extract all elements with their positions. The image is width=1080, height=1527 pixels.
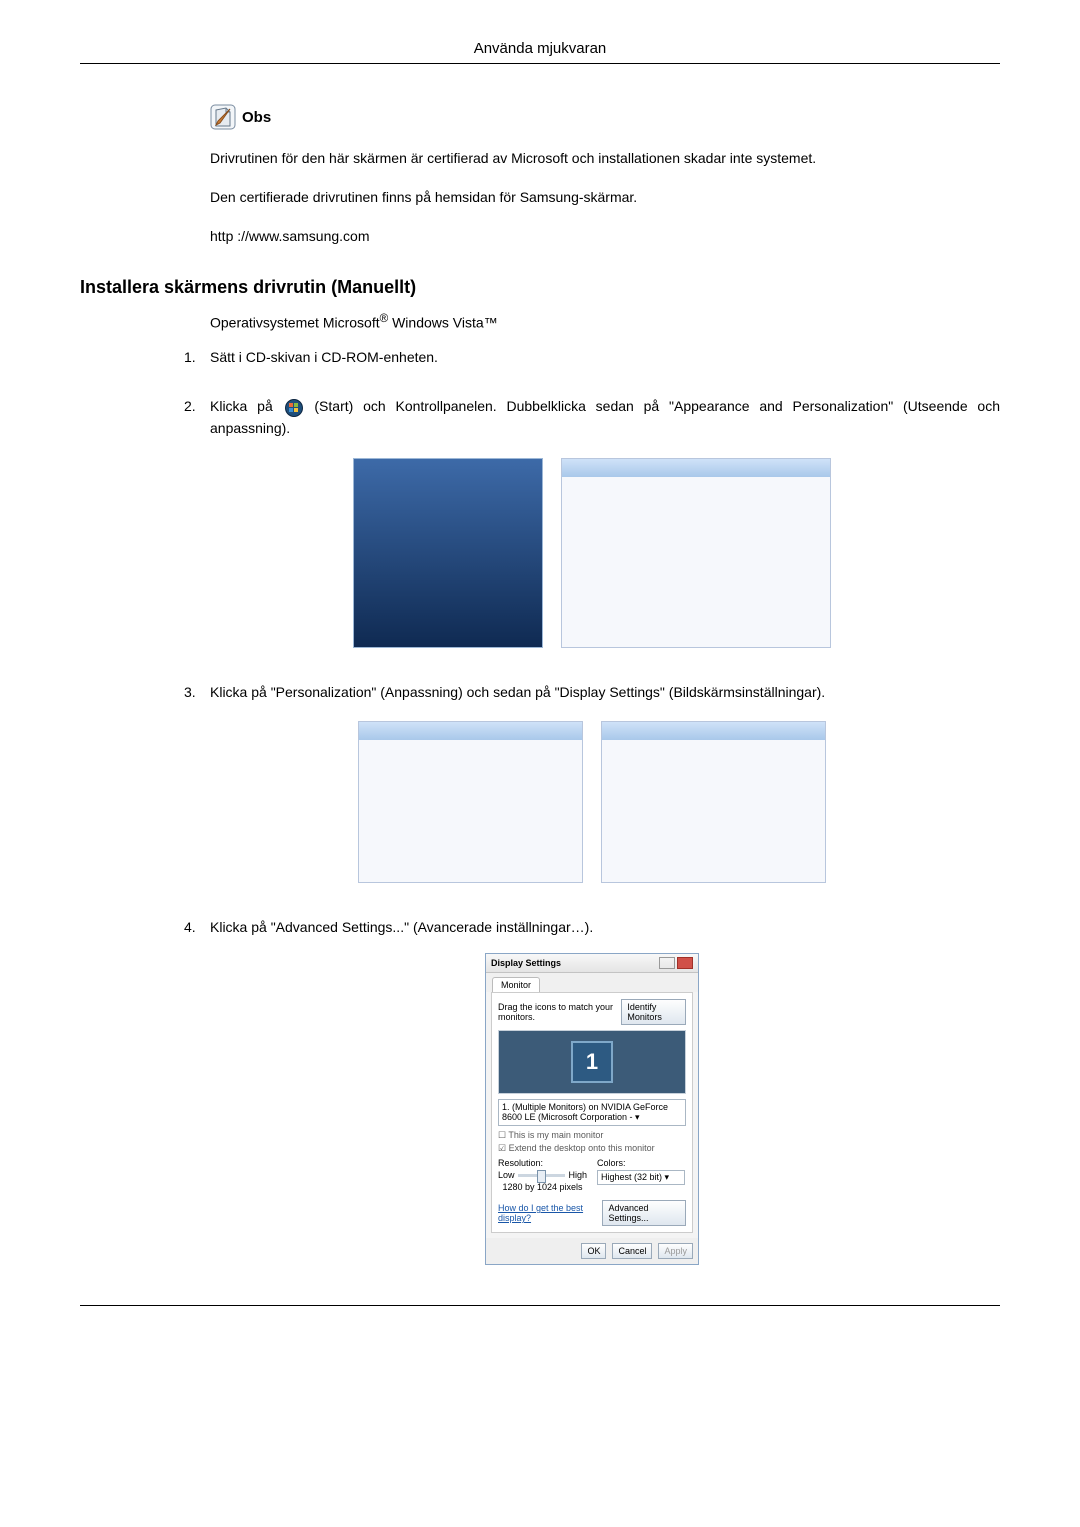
monitor-1[interactable]: 1 [571,1041,613,1083]
identify-monitors-button[interactable]: Identify Monitors [621,999,686,1025]
step-3: 3. Klicka på "Personalization" (Anpassni… [184,682,1000,890]
window-controls [659,957,693,969]
page: Använda mjukvaran Obs Drivrutinen för de… [0,0,1080,1366]
step-number: 1. [184,347,210,369]
resolution-slider[interactable]: Low High [498,1170,587,1180]
monitor-preview[interactable]: 1 [498,1030,686,1094]
intro-para-3: http ://www.samsung.com [210,226,1000,247]
footer-rule [80,1305,1000,1306]
dialog-body: Drag the icons to match your monitors. I… [491,992,693,1233]
check1-label: This is my main monitor [508,1130,603,1140]
cancel-button[interactable]: Cancel [612,1243,652,1259]
figure-start-menu [353,458,543,648]
step-4: 4. Klicka på "Advanced Settings..." (Ava… [184,917,1000,1265]
close-icon[interactable] [677,957,693,969]
slider-high: High [568,1170,587,1180]
obs-label: Obs [242,109,271,126]
os-suffix: Windows Vista™ [388,315,497,331]
os-prefix: Operativsystemet Microsoft [210,315,380,331]
help-icon[interactable] [659,957,675,969]
step-number: 3. [184,682,210,704]
step-text: Klicka på "Personalization" (Anpassning)… [210,682,1000,704]
drag-text: Drag the icons to match your monitors. [498,1002,621,1022]
step2-after: (Start) och Kontrollpanelen. Dubbelklick… [210,398,1000,436]
colors-label: Colors: [597,1158,686,1168]
monitor-select[interactable]: 1. (Multiple Monitors) on NVIDIA GeForce… [498,1099,686,1126]
steps-list: 1. Sätt i CD-skivan i CD-ROM-enheten. 2.… [80,347,1000,1265]
obs-heading: Obs [210,104,1000,130]
tab-monitor[interactable]: Monitor [492,977,540,992]
slider-low: Low [498,1170,515,1180]
step-2: 2. Klicka på (Start) och Kontrollpanelen… [184,396,1000,653]
resolution-value: 1280 by 1024 pixels [498,1182,587,1192]
step3-figures [184,721,1000,883]
page-title: Använda mjukvaran [80,40,1000,64]
help-link[interactable]: How do I get the best display? [498,1203,602,1223]
figure-personalization [358,721,583,883]
section-title: Installera skärmens drivrutin (Manuellt) [80,277,1000,298]
start-icon [285,399,303,417]
step-number: 2. [184,396,210,418]
apply-button[interactable]: Apply [658,1243,693,1259]
step-text: Klicka på (Start) och Kontrollpanelen. D… [210,396,1000,439]
check-extend-desktop[interactable]: ☑ Extend the desktop onto this monitor [498,1143,686,1154]
resolution-label: Resolution: [498,1158,587,1168]
step2-before: Klicka på [210,398,283,414]
step-1: 1. Sätt i CD-skivan i CD-ROM-enheten. [184,347,1000,369]
os-line: Operativsystemet Microsoft® Windows Vist… [210,312,1000,331]
tabs: Monitor [486,973,698,992]
note-icon [210,104,236,130]
dialog-title: Display Settings [491,958,561,968]
step2-figures [184,458,1000,648]
check2-label: Extend the desktop onto this monitor [509,1143,655,1153]
ok-button[interactable]: OK [581,1243,606,1259]
step-number: 4. [184,917,210,939]
figure-control-panel [561,458,831,648]
step-text: Klicka på "Advanced Settings..." (Avance… [210,917,1000,939]
check-main-monitor[interactable]: ☐ This is my main monitor [498,1130,686,1141]
colors-select[interactable]: Highest (32 bit) ▾ [597,1170,685,1185]
figure-display-settings-list [601,721,826,883]
dialog-titlebar: Display Settings [486,954,698,973]
intro-para-2: Den certifierade drivrutinen finns på he… [210,187,1000,208]
resolution-col: Resolution: Low High 1280 by 1024 pixels [498,1158,587,1192]
step-text: Sätt i CD-skivan i CD-ROM-enheten. [210,347,1000,369]
os-reg: ® [380,312,389,325]
advanced-settings-button[interactable]: Advanced Settings... [602,1200,686,1226]
dialog-footer: OK Cancel Apply [486,1238,698,1264]
intro-para-1: Drivrutinen för den här skärmen är certi… [210,148,1000,169]
colors-col: Colors: Highest (32 bit) ▾ [597,1158,686,1192]
display-settings-dialog: Display Settings Monitor Drag the icons … [485,953,699,1265]
